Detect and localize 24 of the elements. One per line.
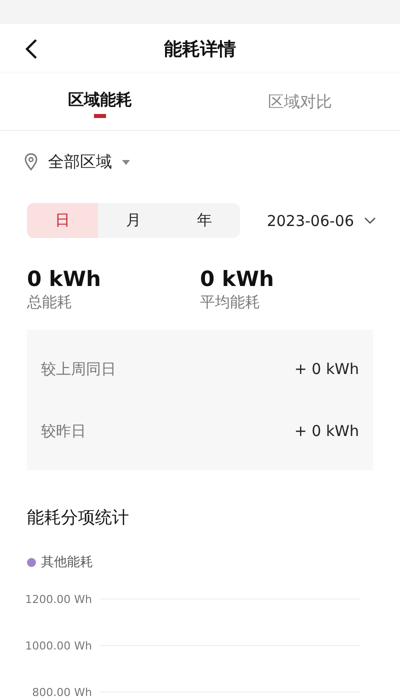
- tab[interactable]: 区域对比: [200, 74, 400, 130]
- page-title: 能耗详情: [164, 38, 236, 61]
- stat-label: 平均能耗: [200, 292, 261, 312]
- region-dropdown[interactable]: 全部区域: [48, 152, 112, 172]
- location-pin-icon: [24, 153, 38, 171]
- period-option[interactable]: 日: [27, 203, 98, 238]
- period-option[interactable]: 年: [169, 203, 240, 238]
- back-icon[interactable]: [24, 38, 38, 60]
- comparison-value: + 0 kWh: [294, 360, 359, 378]
- stat-value: 0 kWh: [27, 266, 102, 292]
- section-title: 能耗分项统计: [26, 507, 130, 529]
- axis-tick-label: 1200.00 Wh: [25, 593, 92, 606]
- caret-icon: [122, 160, 130, 164]
- comparison-value: + 0 kWh: [294, 422, 359, 440]
- axis-tick-label: 1000.00 Wh: [25, 640, 92, 652]
- axis-tick-label: 800.00 Wh: [32, 686, 92, 699]
- comparison-label: 较上周同日: [41, 360, 116, 378]
- period-option[interactable]: 月: [98, 203, 169, 238]
- chevron-down-icon: [364, 217, 376, 224]
- date-picker[interactable]: 2023-06-06: [266, 212, 354, 230]
- legend-label: 其他能耗: [41, 554, 93, 571]
- stat-value: 0 kWh: [200, 266, 276, 292]
- stat-label: 总能耗: [27, 292, 73, 312]
- comparison-label: 较昨日: [41, 422, 86, 440]
